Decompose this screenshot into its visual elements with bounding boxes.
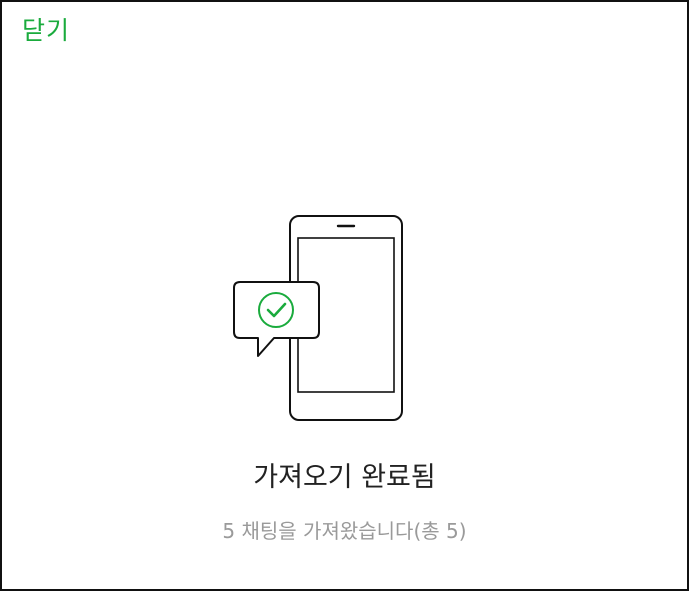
import-complete-illustration [233, 215, 403, 421]
import-summary-text: 5 채팅을 가져왔습니다(총 5) [222, 519, 467, 543]
check-circle-icon [258, 292, 294, 328]
import-complete-title: 가져오기 완료됨 [253, 462, 436, 493]
import-complete-dialog: 닫기 가져오기 완료됨 5 채팅을 가져왔습니다(총 5) [0, 0, 689, 591]
close-button[interactable]: 닫기 [22, 14, 70, 48]
